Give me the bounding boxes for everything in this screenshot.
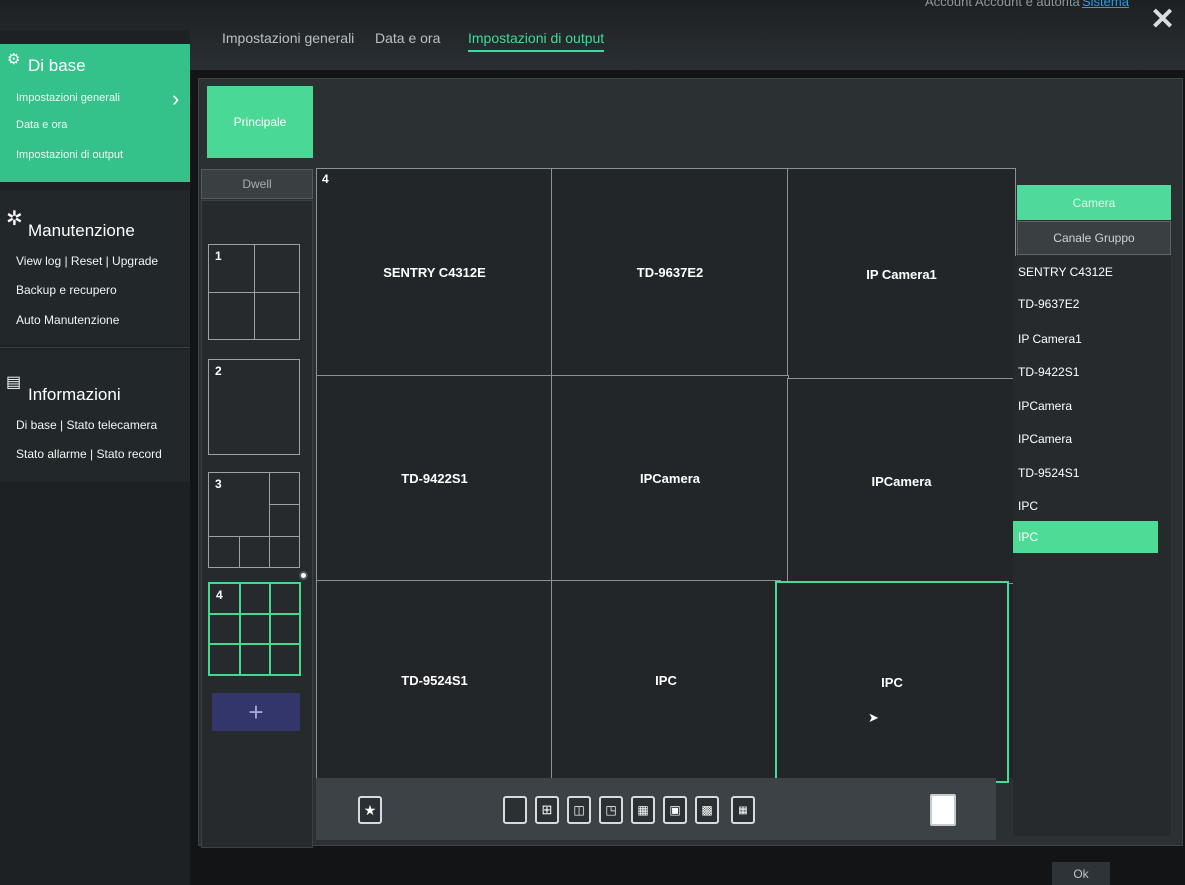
- sidebar-item-datetime[interactable]: Data e ora: [16, 119, 67, 131]
- sidebar-item-auto-maintenance[interactable]: Auto Manutenzione: [16, 313, 119, 327]
- wrench-icon: ✲: [6, 208, 23, 230]
- camera-list-item[interactable]: IPCamera: [1013, 390, 1158, 422]
- sidebar-title-info: Informazioni: [28, 385, 121, 404]
- grid-cell[interactable]: TD-9637E2: [551, 168, 789, 377]
- grid-cell[interactable]: IPC: [551, 580, 781, 780]
- sidebar-item-output[interactable]: Impostazioni di output: [16, 149, 123, 161]
- layout-divider: [269, 504, 299, 505]
- sidebar-title-maintenance: Manutenzione: [28, 221, 135, 240]
- sidebar-title-base: Di base: [28, 56, 86, 75]
- layout-divider: [269, 473, 270, 567]
- favorite-star-icon[interactable]: ★: [358, 796, 382, 824]
- layout-36-icon[interactable]: ▦: [731, 796, 755, 824]
- grid-cell[interactable]: IPCamera: [787, 378, 1016, 584]
- sidebar-item-maintenance-links[interactable]: View log | Reset | Upgrade: [16, 254, 158, 268]
- layout-divider: [209, 292, 299, 293]
- layout-divider: [269, 584, 271, 674]
- grid-cell[interactable]: TD-9422S1: [316, 375, 553, 582]
- top-nav-partial[interactable]: Account: [925, 0, 972, 9]
- layout-number: 1: [215, 249, 222, 263]
- tab-principale[interactable]: Principale: [207, 86, 313, 158]
- top-nav-accounts[interactable]: Account e autorità: [975, 0, 1080, 9]
- layout-divider: [239, 584, 241, 674]
- grid-cell[interactable]: IP Camera1: [787, 168, 1016, 380]
- layout-9-icon[interactable]: ▦: [631, 796, 655, 824]
- layout-4[interactable]: 4: [208, 582, 301, 676]
- layout-16-icon[interactable]: ▩: [695, 796, 719, 824]
- layout-divider: [210, 643, 299, 645]
- camera-list-item[interactable]: TD-9524S1: [1013, 457, 1158, 489]
- clear-page-icon[interactable]: [930, 794, 956, 826]
- layout-2[interactable]: 2: [208, 359, 300, 455]
- camera-list-item[interactable]: IP Camera1: [1013, 323, 1158, 355]
- tab-impostazioni-di-output[interactable]: Impostazioni di output: [468, 30, 605, 52]
- grid-cell[interactable]: IPCamera: [551, 375, 789, 582]
- mouse-cursor-icon: ➤: [868, 710, 879, 725]
- sidebar-divider: [0, 347, 190, 348]
- camera-tab[interactable]: Camera: [1017, 185, 1171, 220]
- layout-8-icon[interactable]: ◳: [599, 796, 623, 824]
- camera-list-item[interactable]: IPCamera: [1013, 423, 1158, 455]
- grid-cell-selected[interactable]: IPC: [775, 581, 1009, 783]
- layout-3[interactable]: 3: [208, 472, 300, 568]
- camera-list-item-selected[interactable]: IPC: [1013, 521, 1158, 553]
- layout-1[interactable]: 1: [208, 244, 300, 340]
- grid-cell[interactable]: SENTRY C4312E: [316, 168, 553, 377]
- sidebar-item-status-links[interactable]: Stato allarme | Stato record: [16, 447, 162, 461]
- layout-divider: [209, 536, 299, 537]
- layout-6-icon[interactable]: ◫: [567, 796, 591, 824]
- sidebar-item-backup[interactable]: Backup e recupero: [16, 283, 117, 297]
- sidebar-section-info: [0, 350, 190, 482]
- camera-list-item[interactable]: TD-9422S1: [1013, 356, 1158, 388]
- layout-number: 4: [216, 588, 223, 602]
- layout-13-icon[interactable]: ▣: [663, 796, 687, 824]
- camera-list-item[interactable]: SENTRY C4312E: [1013, 256, 1158, 288]
- sidebar-item-info-links[interactable]: Di base | Stato telecamera: [16, 418, 157, 432]
- channel-group-tab[interactable]: Canale Gruppo: [1017, 221, 1171, 255]
- grid-toolbar: [316, 778, 996, 840]
- layout-number: 2: [215, 364, 222, 378]
- layout-1-icon[interactable]: [503, 796, 527, 824]
- add-layout-button[interactable]: +: [212, 693, 300, 731]
- close-icon[interactable]: ✕: [1150, 2, 1175, 37]
- chevron-right-icon: ›: [172, 86, 180, 111]
- sidebar-item-general[interactable]: Impostazioni generali: [16, 92, 120, 104]
- top-nav-sistema[interactable]: Sistema: [1082, 0, 1129, 9]
- camera-list-item[interactable]: TD-9637E2: [1013, 288, 1158, 320]
- layout-number: 3: [215, 477, 222, 491]
- info-icon: ▤: [6, 374, 22, 391]
- layout-4-icon[interactable]: ⊞: [535, 796, 559, 824]
- ok-button[interactable]: Ok: [1052, 862, 1110, 885]
- base-icon: ⚙: [7, 51, 21, 68]
- grid-cell[interactable]: TD-9524S1: [316, 580, 553, 780]
- layout-divider: [239, 536, 240, 567]
- dwell-button[interactable]: Dwell: [201, 169, 313, 199]
- resize-handle-icon[interactable]: [299, 571, 308, 580]
- camera-list: SENTRY C4312E TD-9637E2 IP Camera1 TD-94…: [1013, 256, 1171, 836]
- layout-divider: [210, 613, 299, 615]
- camera-list-item[interactable]: IPC: [1013, 490, 1158, 522]
- tab-impostazioni-generali[interactable]: Impostazioni generali: [222, 30, 354, 46]
- tab-data-e-ora[interactable]: Data e ora: [375, 30, 440, 46]
- grid-layout-number: 4: [322, 172, 329, 186]
